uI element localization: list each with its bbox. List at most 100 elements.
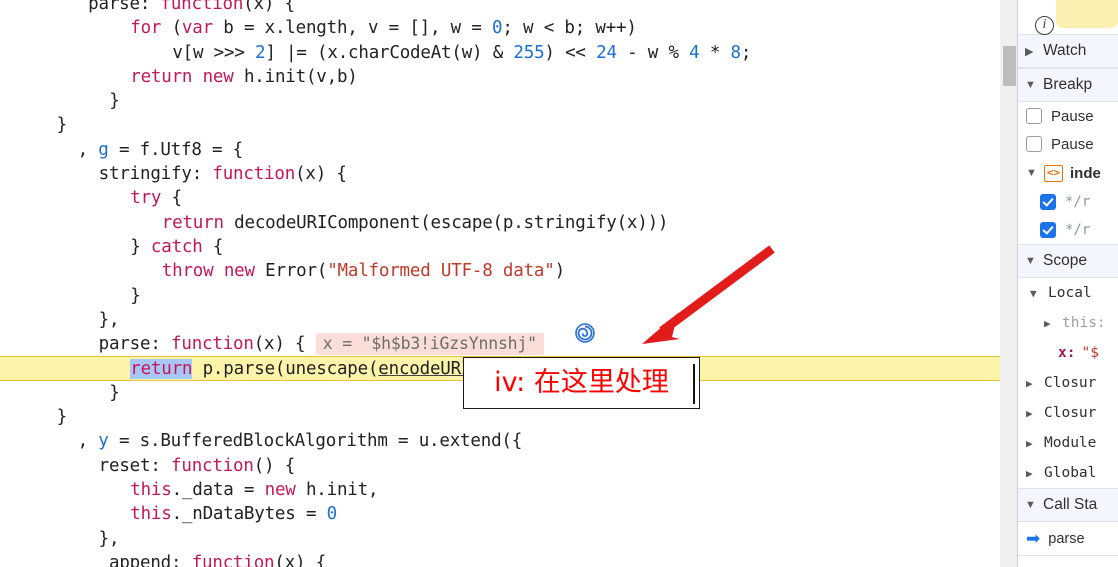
code-token: return — [130, 66, 193, 87]
code-line[interactable]: try { — [0, 186, 1000, 210]
code-token: ( — [161, 18, 183, 39]
code-token: function — [212, 164, 296, 185]
scope-group-label: Local — [1048, 285, 1092, 301]
code-token: throw — [161, 261, 214, 282]
code-token: 4 — [689, 42, 700, 63]
code-line[interactable]: v[w >>> 2] |= (x.charCodeAt(w) & 255) <<… — [0, 41, 1000, 65]
editor-scrollbar[interactable] — [1000, 0, 1017, 567]
code-token: } — [109, 382, 120, 403]
scope-group-global[interactable]: ▶ Global — [1018, 458, 1118, 488]
code-token: , — [77, 139, 99, 160]
debugger-sidebar[interactable]: i ▶ Watch ▼ Breakp Pause Pause ▼ <> inde… — [1017, 0, 1118, 567]
code-token: (x) { — [253, 334, 316, 355]
source-file-icon: <> — [1044, 164, 1063, 182]
scope-group-closure-1[interactable]: ▶ Closur — [1018, 398, 1118, 428]
code-line-parse[interactable]: parse: function(x) { x = "$h$b3!iGzsYnns… — [0, 332, 1000, 356]
code-token: p.parse(unescape( — [192, 359, 379, 380]
scope-group-local[interactable]: ▼ Local — [1018, 278, 1118, 308]
code-token: reset: — [98, 455, 172, 476]
section-call-stack[interactable]: ▼ Call Sta — [1018, 488, 1118, 522]
code-line[interactable]: } catch { — [0, 235, 1000, 259]
code-line[interactable]: return decodeURIComponent(escape(p.strin… — [0, 211, 1000, 235]
code-line[interactable]: this._data = new h.init, — [0, 478, 1000, 502]
code-token: } — [56, 407, 68, 428]
code-line[interactable]: reset: function() { — [0, 454, 1000, 478]
scope-entry-label: this: — [1062, 315, 1106, 331]
code-token: } — [109, 91, 120, 112]
code-token: return — [161, 212, 224, 233]
scope-entry-this[interactable]: ▶ this: — [1018, 308, 1118, 338]
code-token: = f.Utf8 = { — [108, 139, 244, 160]
breakpoint-entry-1[interactable]: */r — [1018, 216, 1118, 244]
call-stack-frame-name: parse — [1048, 530, 1085, 547]
call-stack-frame-parse[interactable]: ➡ parse — [1018, 522, 1118, 556]
code-editor[interactable]: parse: function(x) {for (var b = x.lengt… — [0, 0, 1000, 567]
scope-entry-x[interactable]: x: "$ — [1018, 338, 1118, 368]
chevron-right-icon: ▶ — [1026, 466, 1033, 480]
code-token: this — [130, 504, 172, 525]
code-token: * — [699, 42, 731, 63]
pause-option-0[interactable]: Pause — [1018, 102, 1118, 130]
pause-option-1[interactable]: Pause — [1018, 130, 1118, 158]
code-token: ; w < b; w++) — [502, 18, 637, 39]
code-line[interactable]: for (var b = x.length, v = [], w = 0; w … — [0, 16, 1000, 40]
scope-group-closure-0[interactable]: ▶ Closur — [1018, 368, 1118, 398]
checkbox-icon[interactable] — [1026, 108, 1042, 124]
code-token: } — [130, 236, 151, 257]
checkbox-checked-icon[interactable] — [1040, 194, 1056, 210]
code-line[interactable]: }, — [0, 308, 1000, 332]
scope-group-label: Global — [1044, 465, 1097, 481]
chevron-down-icon: ▼ — [1025, 499, 1036, 511]
scrollbar-thumb[interactable] — [1003, 46, 1016, 86]
checkbox-icon[interactable] — [1026, 136, 1042, 152]
code-token: - w % — [616, 42, 690, 63]
code-line[interactable]: this._nDataBytes = 0 — [0, 502, 1000, 526]
chevron-down-icon: ▼ — [1030, 286, 1037, 300]
code-line[interactable]: }, — [0, 527, 1000, 551]
section-watch[interactable]: ▶ Watch — [1018, 34, 1118, 68]
code-token: function — [191, 552, 275, 567]
code-token: } — [56, 115, 68, 136]
code-line[interactable]: } — [0, 113, 1000, 137]
code-token: h.init, — [295, 479, 379, 500]
info-banner: i — [1018, 0, 1118, 35]
scope-group-label: Module — [1044, 435, 1097, 451]
code-token: 24 — [596, 42, 617, 63]
code-line[interactable]: , g = f.Utf8 = { — [0, 138, 1000, 162]
code-token: parse: — [98, 334, 172, 355]
code-line[interactable]: stringify: function(x) { — [0, 162, 1000, 186]
scope-variable-name: x: — [1058, 345, 1076, 361]
code-content[interactable]: parse: function(x) {for (var b = x.lengt… — [0, 0, 1000, 567]
code-line[interactable]: throw new Error("Malformed UTF-8 data") — [0, 259, 1000, 283]
annotation-text: iv: 在这里处理 — [494, 367, 669, 398]
code-token: b = x.length, v = [], w = — [212, 18, 493, 39]
section-scope[interactable]: ▼ Scope — [1018, 244, 1118, 278]
breakpoint-entry-label: */r — [1065, 222, 1091, 238]
selected-text[interactable]: return — [130, 359, 192, 380]
code-token: { — [161, 188, 183, 209]
code-line[interactable]: } — [0, 89, 1000, 113]
inline-evaluated-value[interactable]: x = "$h$b3!iGzsYnnshj" — [315, 333, 544, 356]
scope-group-module[interactable]: ▶ Module — [1018, 428, 1118, 458]
code-token: _append: — [98, 552, 192, 567]
checkbox-checked-icon[interactable] — [1040, 222, 1056, 238]
code-token: Error( — [254, 261, 328, 282]
code-line[interactable]: parse: function(x) { — [0, 0, 1000, 16]
code-token: (x) { — [274, 552, 327, 567]
section-breakpoints[interactable]: ▼ Breakp — [1018, 68, 1118, 102]
code-line[interactable]: , y = s.BufferedBlockAlgorithm = u.exten… — [0, 429, 1000, 453]
breakpoint-entry-0[interactable]: */r — [1018, 188, 1118, 216]
code-token: for — [130, 18, 162, 39]
code-token: try — [130, 188, 162, 209]
info-icon[interactable]: i — [1035, 16, 1054, 35]
call-stack-label: Call Sta — [1043, 496, 1098, 513]
code-line[interactable]: } — [0, 284, 1000, 308]
code-token: new — [202, 66, 234, 87]
code-line[interactable]: _append: function(x) { — [0, 551, 1000, 567]
code-token: decodeURIComponent(escape(p.stringify(x)… — [223, 212, 669, 233]
breakpoints-label: Breakp — [1043, 76, 1093, 93]
breakpoint-file-group[interactable]: ▼ <> inde — [1018, 158, 1118, 188]
code-line[interactable]: return new h.init(v,b) — [0, 65, 1000, 89]
code-token: , — [77, 431, 99, 452]
